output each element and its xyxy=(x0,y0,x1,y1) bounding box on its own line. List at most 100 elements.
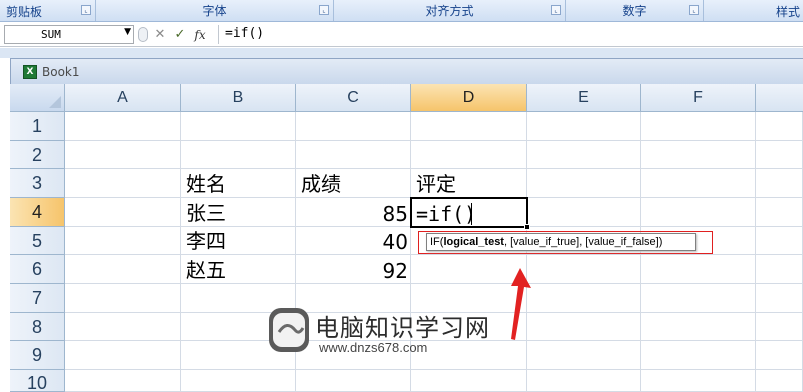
grid-cell[interactable] xyxy=(641,313,756,341)
cell-c6[interactable]: 92 xyxy=(296,255,411,284)
grid-cell[interactable] xyxy=(65,112,181,141)
row-header-1[interactable]: 1 xyxy=(10,112,65,141)
cell-text: 赵五 xyxy=(186,258,226,282)
column-header-b[interactable]: B xyxy=(181,84,296,112)
grid-cell[interactable] xyxy=(756,169,803,198)
ribbon-group-font: 字体 ⌞ xyxy=(96,0,334,21)
name-box[interactable]: SUM ▼ xyxy=(4,25,134,44)
grid-cell[interactable] xyxy=(641,169,756,198)
column-header-f[interactable]: F xyxy=(641,84,756,112)
grid-cell[interactable] xyxy=(527,169,641,198)
grid-cell[interactable] xyxy=(641,370,756,392)
column-header-c[interactable]: C xyxy=(296,84,411,112)
grid-cell[interactable] xyxy=(296,370,411,392)
cell-b6[interactable]: 赵五 xyxy=(181,255,296,284)
grid-cell[interactable] xyxy=(65,141,181,169)
cell-number: 40 xyxy=(382,230,408,254)
grid-cell[interactable] xyxy=(756,112,803,141)
row-header-4[interactable]: 4 xyxy=(10,198,65,227)
grid-cell[interactable] xyxy=(65,313,181,341)
grid-cell[interactable] xyxy=(756,255,803,284)
row-header-3[interactable]: 3 xyxy=(10,169,65,198)
row-header-9[interactable]: 9 xyxy=(10,341,65,370)
tooltip-prefix: IF( xyxy=(430,236,444,248)
grid-cell[interactable] xyxy=(65,169,181,198)
cell-c3[interactable]: 成绩 xyxy=(296,169,411,198)
grid-cell[interactable] xyxy=(641,198,756,227)
resize-grip-icon[interactable] xyxy=(138,27,148,42)
grid-cell[interactable] xyxy=(527,370,641,392)
grid-cell[interactable] xyxy=(756,227,803,255)
grid-cell[interactable] xyxy=(296,141,411,169)
grid-cell[interactable] xyxy=(527,313,641,341)
grid-cell[interactable] xyxy=(65,198,181,227)
column-header-e[interactable]: E xyxy=(527,84,641,112)
column-header-a[interactable]: A xyxy=(65,84,181,112)
ribbon-group-label: 样式 xyxy=(776,5,801,19)
select-all-corner[interactable] xyxy=(10,84,65,112)
fill-handle[interactable] xyxy=(524,224,530,230)
ribbon-group-label: 数字 xyxy=(622,4,647,18)
tooltip-active-arg[interactable]: logical_test xyxy=(443,236,504,248)
cell-c4[interactable]: 85 xyxy=(296,198,411,227)
grid-cell[interactable] xyxy=(641,112,756,141)
grid-cell[interactable] xyxy=(181,112,296,141)
cell-d3[interactable]: 评定 xyxy=(411,169,527,198)
dialog-launcher-icon[interactable]: ⌞ xyxy=(551,5,561,15)
workbook-title: Book1 xyxy=(42,65,80,79)
grid-cell[interactable] xyxy=(527,141,641,169)
row-header-5[interactable]: 5 xyxy=(10,227,65,255)
grid-cell[interactable] xyxy=(527,112,641,141)
grid-cell[interactable] xyxy=(527,341,641,370)
column-header-g-partial[interactable] xyxy=(756,84,803,112)
cell-b3[interactable]: 姓名 xyxy=(181,169,296,198)
dialog-launcher-icon[interactable]: ⌞ xyxy=(319,5,329,15)
grid-cell[interactable] xyxy=(65,284,181,313)
cell-b5[interactable]: 李四 xyxy=(181,227,296,255)
grid-cell[interactable] xyxy=(181,141,296,169)
ribbon-group-styles: 样式 xyxy=(704,0,803,21)
grid-cell[interactable] xyxy=(527,198,641,227)
active-cell-d4[interactable]: =if() xyxy=(410,197,530,230)
cancel-icon[interactable]: ✕ xyxy=(152,27,168,42)
grid-cell[interactable] xyxy=(65,341,181,370)
grid-cell[interactable] xyxy=(641,141,756,169)
formula-input[interactable]: =if() xyxy=(218,25,801,44)
chevron-down-icon[interactable]: ▼ xyxy=(124,27,131,37)
dialog-launcher-icon[interactable]: ⌞ xyxy=(689,5,699,15)
grid-cell[interactable] xyxy=(756,198,803,227)
grid-cell[interactable] xyxy=(641,341,756,370)
insert-function-icon[interactable]: fx xyxy=(192,28,208,42)
row-header-7[interactable]: 7 xyxy=(10,284,65,313)
grid-cell[interactable] xyxy=(181,370,296,392)
column-header-d[interactable]: D xyxy=(411,84,527,112)
grid-cell[interactable] xyxy=(641,284,756,313)
grid-cell[interactable] xyxy=(411,112,527,141)
cell-c5[interactable]: 40 xyxy=(296,227,411,255)
row-header-10[interactable]: 10 xyxy=(10,370,65,392)
grid-cell[interactable] xyxy=(756,141,803,169)
ribbon-group-label: 剪贴板 xyxy=(6,5,43,19)
row-header-6[interactable]: 6 xyxy=(10,255,65,284)
enter-icon[interactable]: ✓ xyxy=(172,27,188,42)
grid-cell[interactable] xyxy=(411,370,527,392)
grid-cell[interactable] xyxy=(527,255,641,284)
cell-text: 李四 xyxy=(186,229,226,253)
watermark: 电脑知识学习网 www.dnzs678.com xyxy=(265,300,515,360)
grid-cell[interactable] xyxy=(527,284,641,313)
grid-cell[interactable] xyxy=(65,370,181,392)
grid-cell[interactable] xyxy=(65,255,181,284)
grid-cell[interactable] xyxy=(756,370,803,392)
dialog-launcher-icon[interactable]: ⌞ xyxy=(81,5,91,15)
cell-b4[interactable]: 张三 xyxy=(181,198,296,227)
grid-cell[interactable] xyxy=(756,313,803,341)
row-header-2[interactable]: 2 xyxy=(10,141,65,169)
grid-cell[interactable] xyxy=(641,255,756,284)
grid-cell[interactable] xyxy=(296,112,411,141)
grid-cell[interactable] xyxy=(65,227,181,255)
workbook-titlebar[interactable]: X Book1 xyxy=(11,59,803,85)
grid-cell[interactable] xyxy=(411,141,527,169)
row-header-8[interactable]: 8 xyxy=(10,313,65,341)
grid-cell[interactable] xyxy=(756,341,803,370)
grid-cell[interactable] xyxy=(756,284,803,313)
